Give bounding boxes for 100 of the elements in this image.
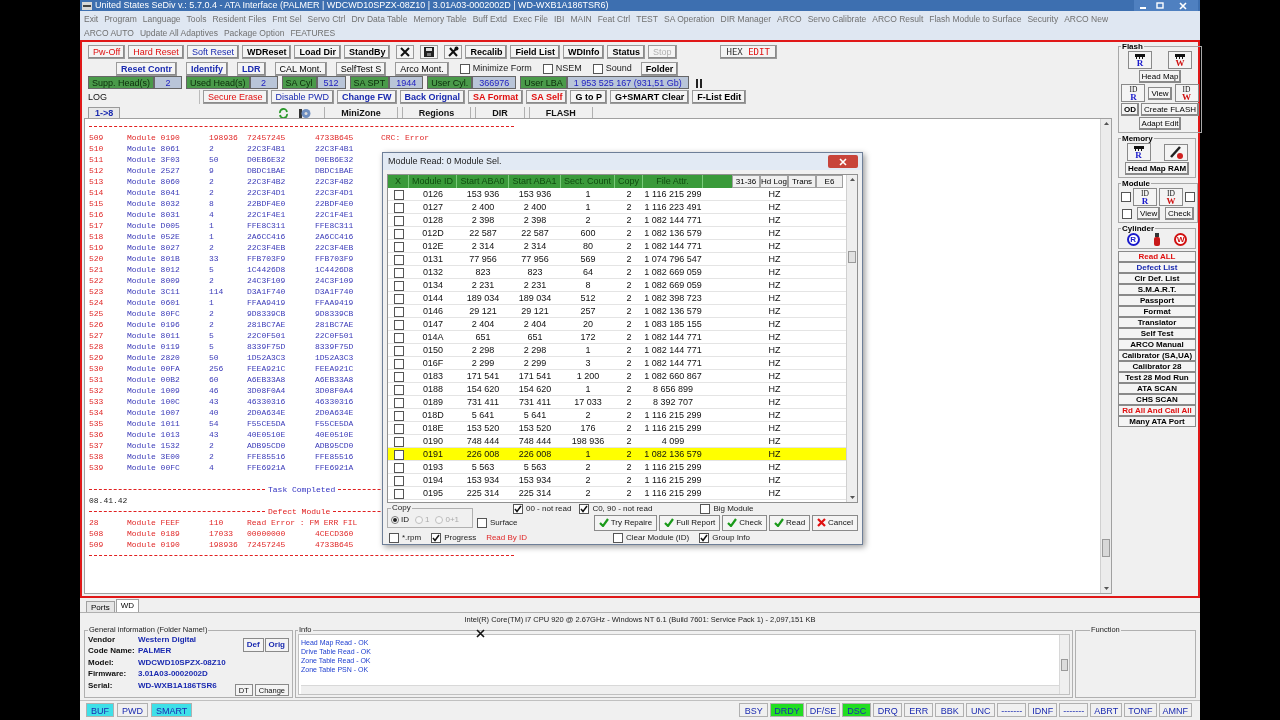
checkbox[interactable]	[393, 202, 404, 213]
menu-item[interactable]: SA Operation	[664, 13, 715, 26]
toolbar-button[interactable]: Secure Erase	[203, 90, 268, 104]
toolbar-button[interactable]: G+SMART Clear	[609, 90, 690, 104]
toolbar-button[interactable]: Identify	[186, 62, 229, 76]
checkbox[interactable]	[393, 293, 404, 304]
dialog-button[interactable]: Check	[722, 514, 767, 531]
side-button[interactable]: OD	[1121, 103, 1139, 116]
chip-button[interactable]: R	[1126, 143, 1151, 161]
checkbox[interactable]	[393, 371, 404, 382]
checkbox[interactable]	[592, 64, 603, 74]
side-button[interactable]: View	[1137, 207, 1161, 220]
side-button[interactable]: Defect List	[1118, 262, 1196, 273]
menu-item[interactable]: Exec File	[513, 13, 548, 26]
scroll-thumb[interactable]	[1061, 659, 1068, 671]
hex-edit-button[interactable]: HEX EDIT	[719, 45, 777, 59]
dialog-button[interactable]: Read	[768, 514, 811, 531]
side-button[interactable]: Head Map	[1138, 70, 1182, 83]
checkbox[interactable]	[699, 532, 710, 543]
table-row[interactable]: 0183 171 541 171 541 1 200 2 1 082 660 867 HZ	[388, 370, 846, 383]
checkbox[interactable]	[393, 475, 404, 486]
dialog-button[interactable]: Full Report	[659, 514, 721, 531]
side-button[interactable]: Head Map RAM	[1124, 162, 1190, 175]
menu-item[interactable]: MAIN	[570, 13, 592, 26]
menu-item[interactable]: Servo Calibrate	[807, 13, 867, 26]
menu-item[interactable]: Exit	[84, 13, 99, 26]
checkbox[interactable]	[393, 280, 404, 291]
table-row[interactable]: 0150 2 298 2 298 1 2 1 082 144 771 HZ	[388, 344, 846, 357]
toolbar-button[interactable]: Soft Reset	[186, 45, 239, 59]
side-button[interactable]: Passport	[1118, 295, 1196, 306]
table-row[interactable]: 0195 225 314 225 314 2 2 1 116 215 299 HZ	[388, 487, 846, 500]
table-row[interactable]: 0134 2 231 2 231 8 2 1 082 669 059 HZ	[388, 279, 846, 292]
table-row[interactable]: 0189 731 411 731 411 17 033 2 8 392 707 HZ	[388, 396, 846, 409]
table-row[interactable]: 014A 651 651 172 2 1 082 144 771 HZ	[388, 331, 846, 344]
side-button[interactable]: Clr Def. List	[1118, 273, 1196, 284]
toolbar-button[interactable]: G to P	[570, 90, 607, 104]
menu-item[interactable]: Fmt Sel	[272, 13, 302, 26]
checkbox[interactable]	[393, 228, 404, 239]
menu-item[interactable]: Update All Adaptives	[139, 27, 218, 40]
checkbox[interactable]	[393, 397, 404, 408]
checkbox[interactable]	[393, 358, 404, 369]
info-button[interactable]: Orig	[264, 638, 289, 652]
menu-item[interactable]: DIR Manager	[720, 13, 772, 26]
checkbox[interactable]	[393, 319, 404, 330]
checkbox[interactable]	[700, 503, 711, 514]
tool-button[interactable]	[1163, 143, 1188, 161]
table-row[interactable]: 0190 748 444 748 444 198 936 2 4 099 HZ	[388, 435, 846, 448]
scrollbar[interactable]	[301, 685, 1059, 694]
checkbox[interactable]	[393, 254, 404, 265]
toolbar-button[interactable]	[420, 45, 439, 59]
table-row[interactable]: 0194 153 934 153 934 2 2 1 116 215 299 HZ	[388, 474, 846, 487]
menu-item[interactable]: Package Option	[223, 27, 285, 40]
tab[interactable]: Ports	[86, 601, 115, 612]
table-row[interactable]: 0131 77 956 77 956 569 2 1 074 796 547 HZ	[388, 253, 846, 266]
toolbar-button[interactable]: F-List Edit	[692, 90, 747, 104]
table-row[interactable]: 0128 2 398 2 398 2 2 1 082 144 771 HZ	[388, 214, 846, 227]
checkbox[interactable]	[393, 384, 404, 395]
toolbar-button[interactable]: WDInfo	[563, 45, 605, 59]
menu-item[interactable]: Resident Files	[212, 13, 267, 26]
toolbar-button[interactable]: SA Self	[526, 90, 568, 104]
menu-item[interactable]: Tools	[186, 13, 207, 26]
scrollbar[interactable]	[846, 175, 857, 502]
table-row[interactable]: 0147 2 404 2 404 20 2 1 083 185 155 HZ	[388, 318, 846, 331]
side-button[interactable]: Read ALL	[1118, 251, 1196, 262]
toolbar-button[interactable]: Field List	[510, 45, 560, 59]
table-row[interactable]: 0191 226 008 226 008 1 2 1 082 136 579 HZ	[388, 448, 846, 461]
toolbar-button[interactable]: Load Dir	[294, 45, 341, 59]
table-row[interactable]: 018D 5 641 5 641 2 2 1 116 215 299 HZ	[388, 409, 846, 422]
toolbar-button[interactable]: StandBy	[343, 45, 391, 59]
checkbox[interactable]	[389, 532, 399, 543]
checkbox[interactable]	[393, 410, 404, 421]
menu-item[interactable]: ARCO	[777, 13, 802, 26]
toolbar-button[interactable]: Hard Reset	[128, 45, 184, 59]
circle-button[interactable]: W	[1174, 233, 1188, 246]
menu-item[interactable]: ARCO AUTO	[84, 27, 134, 40]
menu-item[interactable]: Program	[104, 13, 137, 26]
checkbox[interactable]	[393, 306, 404, 317]
header-tab[interactable]: Hd Log	[760, 175, 788, 188]
radio-button[interactable]	[391, 515, 399, 524]
side-button[interactable]: ATA SCAN	[1118, 383, 1196, 394]
table-row[interactable]: 0132 823 823 64 2 1 082 669 059 HZ	[388, 266, 846, 279]
menu-item[interactable]: TEST	[636, 13, 658, 26]
dialog-button[interactable]: Cancel	[812, 514, 858, 531]
tab[interactable]: WD	[115, 599, 139, 612]
checkbox[interactable]	[613, 532, 624, 543]
menu-item[interactable]: Feat Ctrl	[597, 13, 631, 26]
toolbar-button[interactable]: Status	[607, 45, 645, 59]
side-button[interactable]: CHS SCAN	[1118, 394, 1196, 405]
checkbox[interactable]	[1122, 208, 1133, 219]
table-row[interactable]: 012D 22 587 22 587 600 2 1 082 136 579 HZ	[388, 227, 846, 240]
side-button[interactable]: View	[1148, 86, 1172, 100]
toolbar-button[interactable]: Pw-Off	[88, 45, 126, 59]
checkbox[interactable]	[1185, 192, 1195, 202]
header-tab[interactable]: 31-36	[732, 175, 760, 188]
dialog-button[interactable]: Try Repaire	[593, 514, 658, 531]
toolbar-button[interactable]: Reset Contr	[116, 62, 177, 76]
info-button[interactable]: Def	[242, 638, 264, 652]
table-row[interactable]: 0193 5 563 5 563 2 2 1 116 215 299 HZ	[388, 461, 846, 474]
toolbar-button[interactable]	[396, 45, 415, 59]
scrollbar[interactable]	[1100, 119, 1111, 593]
